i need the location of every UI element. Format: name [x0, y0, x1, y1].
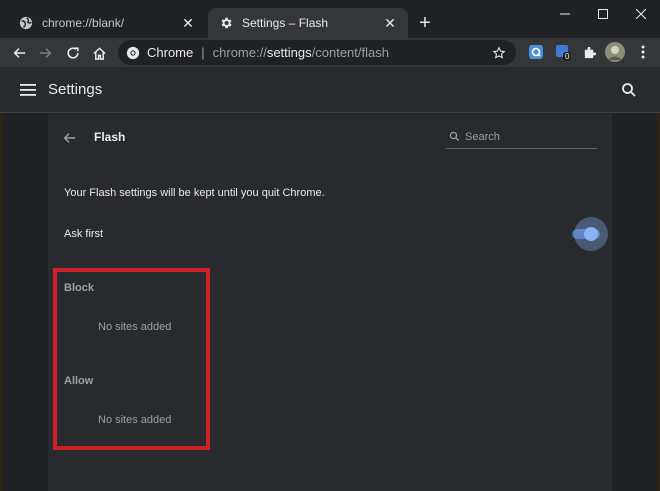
- chrome-logo-icon: [126, 46, 140, 60]
- toggle-knob: [584, 227, 598, 241]
- flash-settings-card: Flash Search Your Flash settings will be…: [48, 114, 612, 491]
- forward-arrow-icon[interactable]: [34, 41, 58, 65]
- back-arrow-icon[interactable]: [7, 41, 31, 65]
- search-icon[interactable]: [621, 80, 641, 100]
- extension-badge-count: 0: [563, 52, 572, 61]
- left-gutter: [0, 113, 48, 491]
- window-close-icon[interactable]: [622, 0, 660, 28]
- ask-first-toggle[interactable]: [570, 217, 608, 251]
- tab-strip: chrome://blank/ ✕ Settings – Flash ✕ +: [0, 0, 660, 38]
- tab-title: chrome://blank/: [42, 16, 125, 30]
- close-tab-icon[interactable]: ✕: [380, 13, 400, 33]
- info-text: Your Flash settings will be kept until y…: [64, 187, 325, 199]
- right-gutter: [612, 113, 660, 491]
- globe-icon: [18, 15, 34, 31]
- tab-title: Settings – Flash: [242, 16, 329, 30]
- search-input[interactable]: Search: [446, 125, 597, 149]
- window-edge-left: [0, 113, 3, 491]
- bookmark-star-icon[interactable]: [488, 46, 510, 60]
- avatar[interactable]: [605, 42, 625, 62]
- back-arrow-icon[interactable]: [62, 128, 82, 148]
- block-empty-text: No sites added: [98, 321, 172, 333]
- address-bar[interactable]: Chrome | chrome://settings/content/flash: [118, 40, 516, 65]
- page-title: Settings: [48, 81, 103, 98]
- extension-q-icon[interactable]: [527, 43, 545, 61]
- toolbar: Chrome | chrome://settings/content/flash…: [0, 38, 660, 67]
- maximize-icon[interactable]: [584, 0, 622, 28]
- subpage-title: Flash: [94, 130, 126, 144]
- tab-settings-flash[interactable]: Settings – Flash ✕: [208, 8, 408, 38]
- allow-empty-text: No sites added: [98, 414, 172, 426]
- search-placeholder: Search: [465, 130, 500, 143]
- url-text: chrome://settings/content/flash: [212, 45, 389, 60]
- ask-first-label: Ask first: [64, 228, 104, 240]
- block-section-label: Block: [64, 282, 94, 294]
- allow-section-label: Allow: [64, 375, 94, 387]
- subpage-header: Flash Search: [48, 114, 612, 160]
- new-tab-button[interactable]: +: [414, 12, 436, 34]
- extension-badge-icon[interactable]: 0: [554, 43, 572, 61]
- search-icon: [446, 129, 462, 145]
- puzzle-extensions-icon[interactable]: [580, 43, 598, 61]
- gear-icon: [218, 15, 234, 31]
- settings-header: Settings: [0, 67, 660, 113]
- tab-blank[interactable]: chrome://blank/ ✕: [8, 8, 206, 38]
- reload-icon[interactable]: [61, 41, 85, 65]
- url-separator: |: [201, 45, 205, 60]
- hamburger-menu-icon[interactable]: [20, 80, 40, 100]
- home-icon[interactable]: [87, 41, 111, 65]
- minimize-icon[interactable]: [546, 0, 584, 28]
- more-menu-icon[interactable]: [634, 43, 652, 61]
- site-label: Chrome: [147, 45, 194, 60]
- close-tab-icon[interactable]: ✕: [178, 13, 198, 33]
